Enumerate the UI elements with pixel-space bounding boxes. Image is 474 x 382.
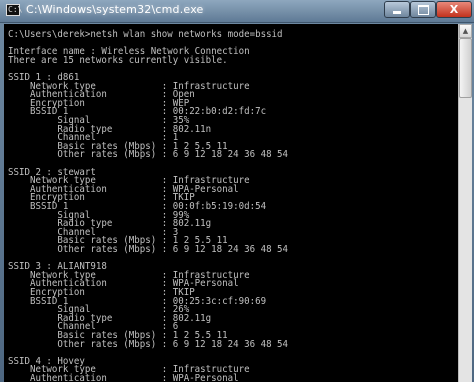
minimize-icon (393, 11, 401, 14)
maximize-icon (417, 4, 429, 15)
window-title: C:\Windows\system32\cmd.exe (26, 3, 204, 16)
console-line: C:\Users\derek>netsh wlan show networks … (8, 29, 283, 40)
minimize-button[interactable] (384, 1, 410, 18)
console-output[interactable]: C:\Users\derek>netsh wlan show networks … (4, 24, 458, 382)
scrollbar-thumb[interactable] (459, 38, 472, 98)
vertical-scrollbar[interactable]: ▲ (458, 24, 472, 382)
cmd-app-icon[interactable]: C:\ (6, 4, 22, 16)
console-line: There are 15 networks currently visible. (8, 54, 228, 66)
close-button[interactable]: X (436, 1, 472, 18)
scroll-up-arrow-icon[interactable]: ▲ (459, 24, 472, 38)
maximize-button[interactable] (410, 1, 436, 18)
console-line: Other rates (Mbps) : 6 9 12 18 24 36 48 … (8, 149, 289, 161)
console-line: Other rates (Mbps) : 6 9 12 18 24 36 48 … (8, 338, 289, 350)
console-line: Other rates (Mbps) : 6 9 12 18 24 36 48 … (8, 244, 289, 255)
cmd-window: C:\ C:\Windows\system32\cmd.exe X C:\Use… (0, 0, 474, 382)
console-line: Authentication : WPA-Personal (8, 373, 239, 382)
title-bar[interactable]: C:\ C:\Windows\system32\cmd.exe X (0, 0, 474, 23)
